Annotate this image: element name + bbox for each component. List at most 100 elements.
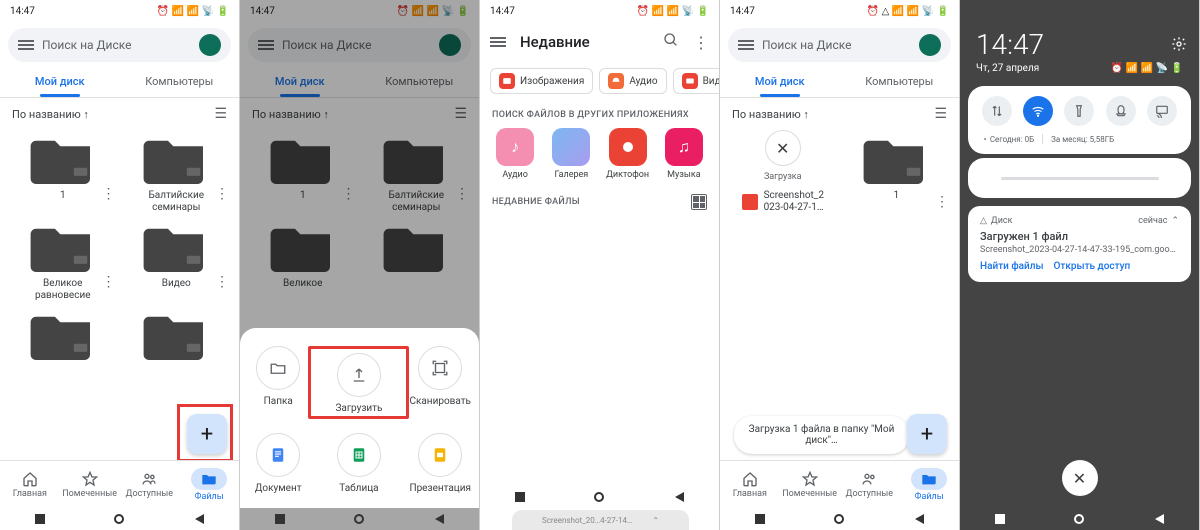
image-icon bbox=[499, 73, 515, 89]
cancel-upload-icon[interactable]: ✕ bbox=[765, 130, 801, 166]
panel-drive-sheet: 14:47⏰ 📶 📶 📡 🔋 Поиск на Диске Мой дискКо… bbox=[240, 0, 480, 530]
chip-video[interactable]: Видео bbox=[673, 68, 720, 94]
qs-data[interactable] bbox=[982, 96, 1012, 126]
shade-date: Чт, 27 апреля bbox=[976, 63, 1039, 74]
folder-item[interactable]: Великое равновесие ⋮ bbox=[8, 218, 118, 302]
folder-icon bbox=[140, 306, 212, 360]
sheet-table[interactable]: Таблица bbox=[308, 433, 409, 494]
panel-drive-uploading: 14:47⏰ △ 📶 📶 📡 🔋 Поиск на Диске Мой диск… bbox=[720, 0, 960, 530]
bottom-nav: Главная Помеченные Доступные Файлы bbox=[720, 460, 959, 508]
fab-new[interactable]: + bbox=[907, 414, 947, 454]
dismiss-all-button[interactable]: ✕ bbox=[1062, 460, 1098, 496]
uploading-item: ✕ Загрузка Screenshot_2023-04-27-1… bbox=[728, 130, 838, 222]
settings-icon[interactable] bbox=[1171, 36, 1187, 56]
folder-item[interactable] bbox=[8, 306, 118, 360]
view-toggle-icon[interactable]: ☰ bbox=[934, 106, 947, 122]
nav-starred[interactable]: Помеченные bbox=[60, 461, 120, 508]
nav-files[interactable]: Файлы bbox=[899, 461, 959, 508]
folder-icon bbox=[27, 218, 99, 272]
view-toggle-icon[interactable]: ☰ bbox=[214, 106, 227, 122]
nav-home[interactable]: Главная bbox=[0, 461, 60, 508]
qs-cast[interactable] bbox=[1147, 96, 1177, 126]
tab-mydisk[interactable]: Мой диск bbox=[720, 66, 840, 97]
sheet-slides[interactable]: Презентация bbox=[409, 433, 471, 494]
back-button[interactable] bbox=[194, 514, 204, 524]
app-gallery[interactable]: Галерея bbox=[546, 128, 596, 180]
collapse-icon[interactable]: ⌃ bbox=[1171, 216, 1179, 226]
app-recorder[interactable]: Диктофон bbox=[603, 128, 653, 180]
usage-today: ◔ Сегодня: 0Б bbox=[982, 135, 1034, 144]
qs-flashlight[interactable] bbox=[1064, 96, 1094, 126]
star-icon bbox=[82, 471, 98, 487]
menu-icon[interactable] bbox=[490, 37, 506, 47]
sheets-icon bbox=[337, 433, 381, 477]
nav-shared[interactable]: Доступные bbox=[120, 461, 180, 508]
recent-header: Недавние ⋮ bbox=[480, 22, 719, 62]
notification-body: Screenshot_2023-04-27-14-47-33-195_com.g… bbox=[980, 245, 1179, 255]
search-bar[interactable]: Поиск на Диске bbox=[8, 28, 231, 62]
qs-wifi[interactable] bbox=[1023, 96, 1053, 126]
sheet-scan[interactable]: Сканировать bbox=[409, 346, 471, 419]
home-button[interactable] bbox=[114, 514, 124, 524]
grid-view-icon[interactable] bbox=[691, 194, 707, 210]
highlight-box bbox=[177, 404, 233, 462]
sheet-upload[interactable]: Загрузить bbox=[308, 346, 409, 419]
tab-mydisk[interactable]: Мой диск bbox=[0, 66, 120, 97]
app-audio[interactable]: ♪Аудио bbox=[490, 128, 540, 180]
app-music[interactable]: ♫Музыка bbox=[659, 128, 709, 180]
qs-sound[interactable] bbox=[1106, 96, 1136, 126]
notification-card[interactable]: △ Диск сейчас ⌃ Загружен 1 файл Screensh… bbox=[968, 206, 1191, 282]
avatar[interactable] bbox=[919, 34, 941, 56]
more-icon[interactable]: ⋮ bbox=[215, 186, 229, 202]
folder-icon bbox=[27, 306, 99, 360]
shade-status-icons: ⏰ 📶 📶 📡 🔋 bbox=[1111, 63, 1183, 74]
tab-computers[interactable]: Компьютеры bbox=[840, 66, 960, 97]
image-file-icon bbox=[742, 194, 758, 210]
sheet-doc[interactable]: Документ bbox=[248, 433, 308, 494]
sort-label[interactable]: По названию ↑ bbox=[12, 108, 89, 121]
brightness-slider[interactable]: ☼ ☀ bbox=[968, 158, 1191, 198]
search-icon[interactable] bbox=[663, 32, 679, 52]
more-icon[interactable]: ⋮ bbox=[693, 33, 709, 52]
brightness-high-icon: ☀ bbox=[1167, 169, 1181, 188]
nav-home[interactable]: Главная bbox=[720, 461, 780, 508]
drive-icon: △ bbox=[980, 216, 987, 226]
sheet-folder[interactable]: Папка bbox=[248, 346, 308, 419]
notification-header: △ Диск сейчас ⌃ bbox=[980, 216, 1179, 226]
android-nav bbox=[240, 508, 479, 530]
folder-item[interactable]: Видео ⋮ bbox=[122, 218, 232, 302]
data-usage: ◔ Сегодня: 0Б За месяц: 5,58ГБ bbox=[976, 126, 1183, 144]
folder-item[interactable]: 1 ⋮ bbox=[8, 130, 118, 214]
avatar[interactable] bbox=[199, 34, 221, 56]
chip-images[interactable]: Изображения bbox=[490, 68, 593, 94]
nav-files[interactable]: Файлы bbox=[179, 461, 239, 508]
menu-icon[interactable] bbox=[738, 40, 754, 50]
more-icon[interactable]: ⋮ bbox=[102, 186, 116, 202]
panel-drive-main: 14:47 ⏰ 📶 📶 📡 🔋 Поиск на Диске Мой диск … bbox=[0, 0, 240, 530]
create-sheet: Папка Загрузить Сканировать Документ Таб… bbox=[240, 328, 479, 508]
recorder-icon bbox=[609, 128, 647, 166]
folder-item[interactable]: 1 ⋮ bbox=[842, 130, 952, 222]
action-find-files[interactable]: Найти файлы bbox=[980, 261, 1044, 272]
menu-icon[interactable] bbox=[18, 40, 34, 50]
recents-button[interactable] bbox=[35, 514, 45, 524]
folder-nav-icon bbox=[191, 468, 227, 490]
folder-item[interactable]: Балтийские семинары ⋮ bbox=[122, 130, 232, 214]
notification-title: Загружен 1 файл bbox=[980, 230, 1179, 243]
more-icon[interactable]: ⋮ bbox=[215, 274, 229, 290]
brightness-bar[interactable] bbox=[1001, 177, 1159, 180]
more-icon[interactable]: ⋮ bbox=[102, 274, 116, 290]
action-share[interactable]: Открыть доступ bbox=[1054, 261, 1131, 272]
panel-recent-files: 14:47⏰ 📶 📶 📡 🔋 Недавние ⋮ Изображения Ау… bbox=[480, 0, 720, 530]
nav-shared[interactable]: Доступные bbox=[840, 461, 900, 508]
slides-icon bbox=[418, 433, 462, 477]
nav-starred[interactable]: Помеченные bbox=[780, 461, 840, 508]
tab-computers[interactable]: Компьютеры bbox=[120, 66, 240, 97]
search-bar[interactable]: Поиск на Диске bbox=[728, 28, 951, 62]
status-time: 14:47 bbox=[10, 6, 35, 17]
status-bar bbox=[960, 0, 1199, 20]
folder-item[interactable] bbox=[122, 306, 232, 360]
android-nav bbox=[0, 508, 239, 530]
folder-name: Великое равновесие bbox=[23, 278, 103, 302]
chip-audio[interactable]: Аудио bbox=[599, 68, 666, 94]
